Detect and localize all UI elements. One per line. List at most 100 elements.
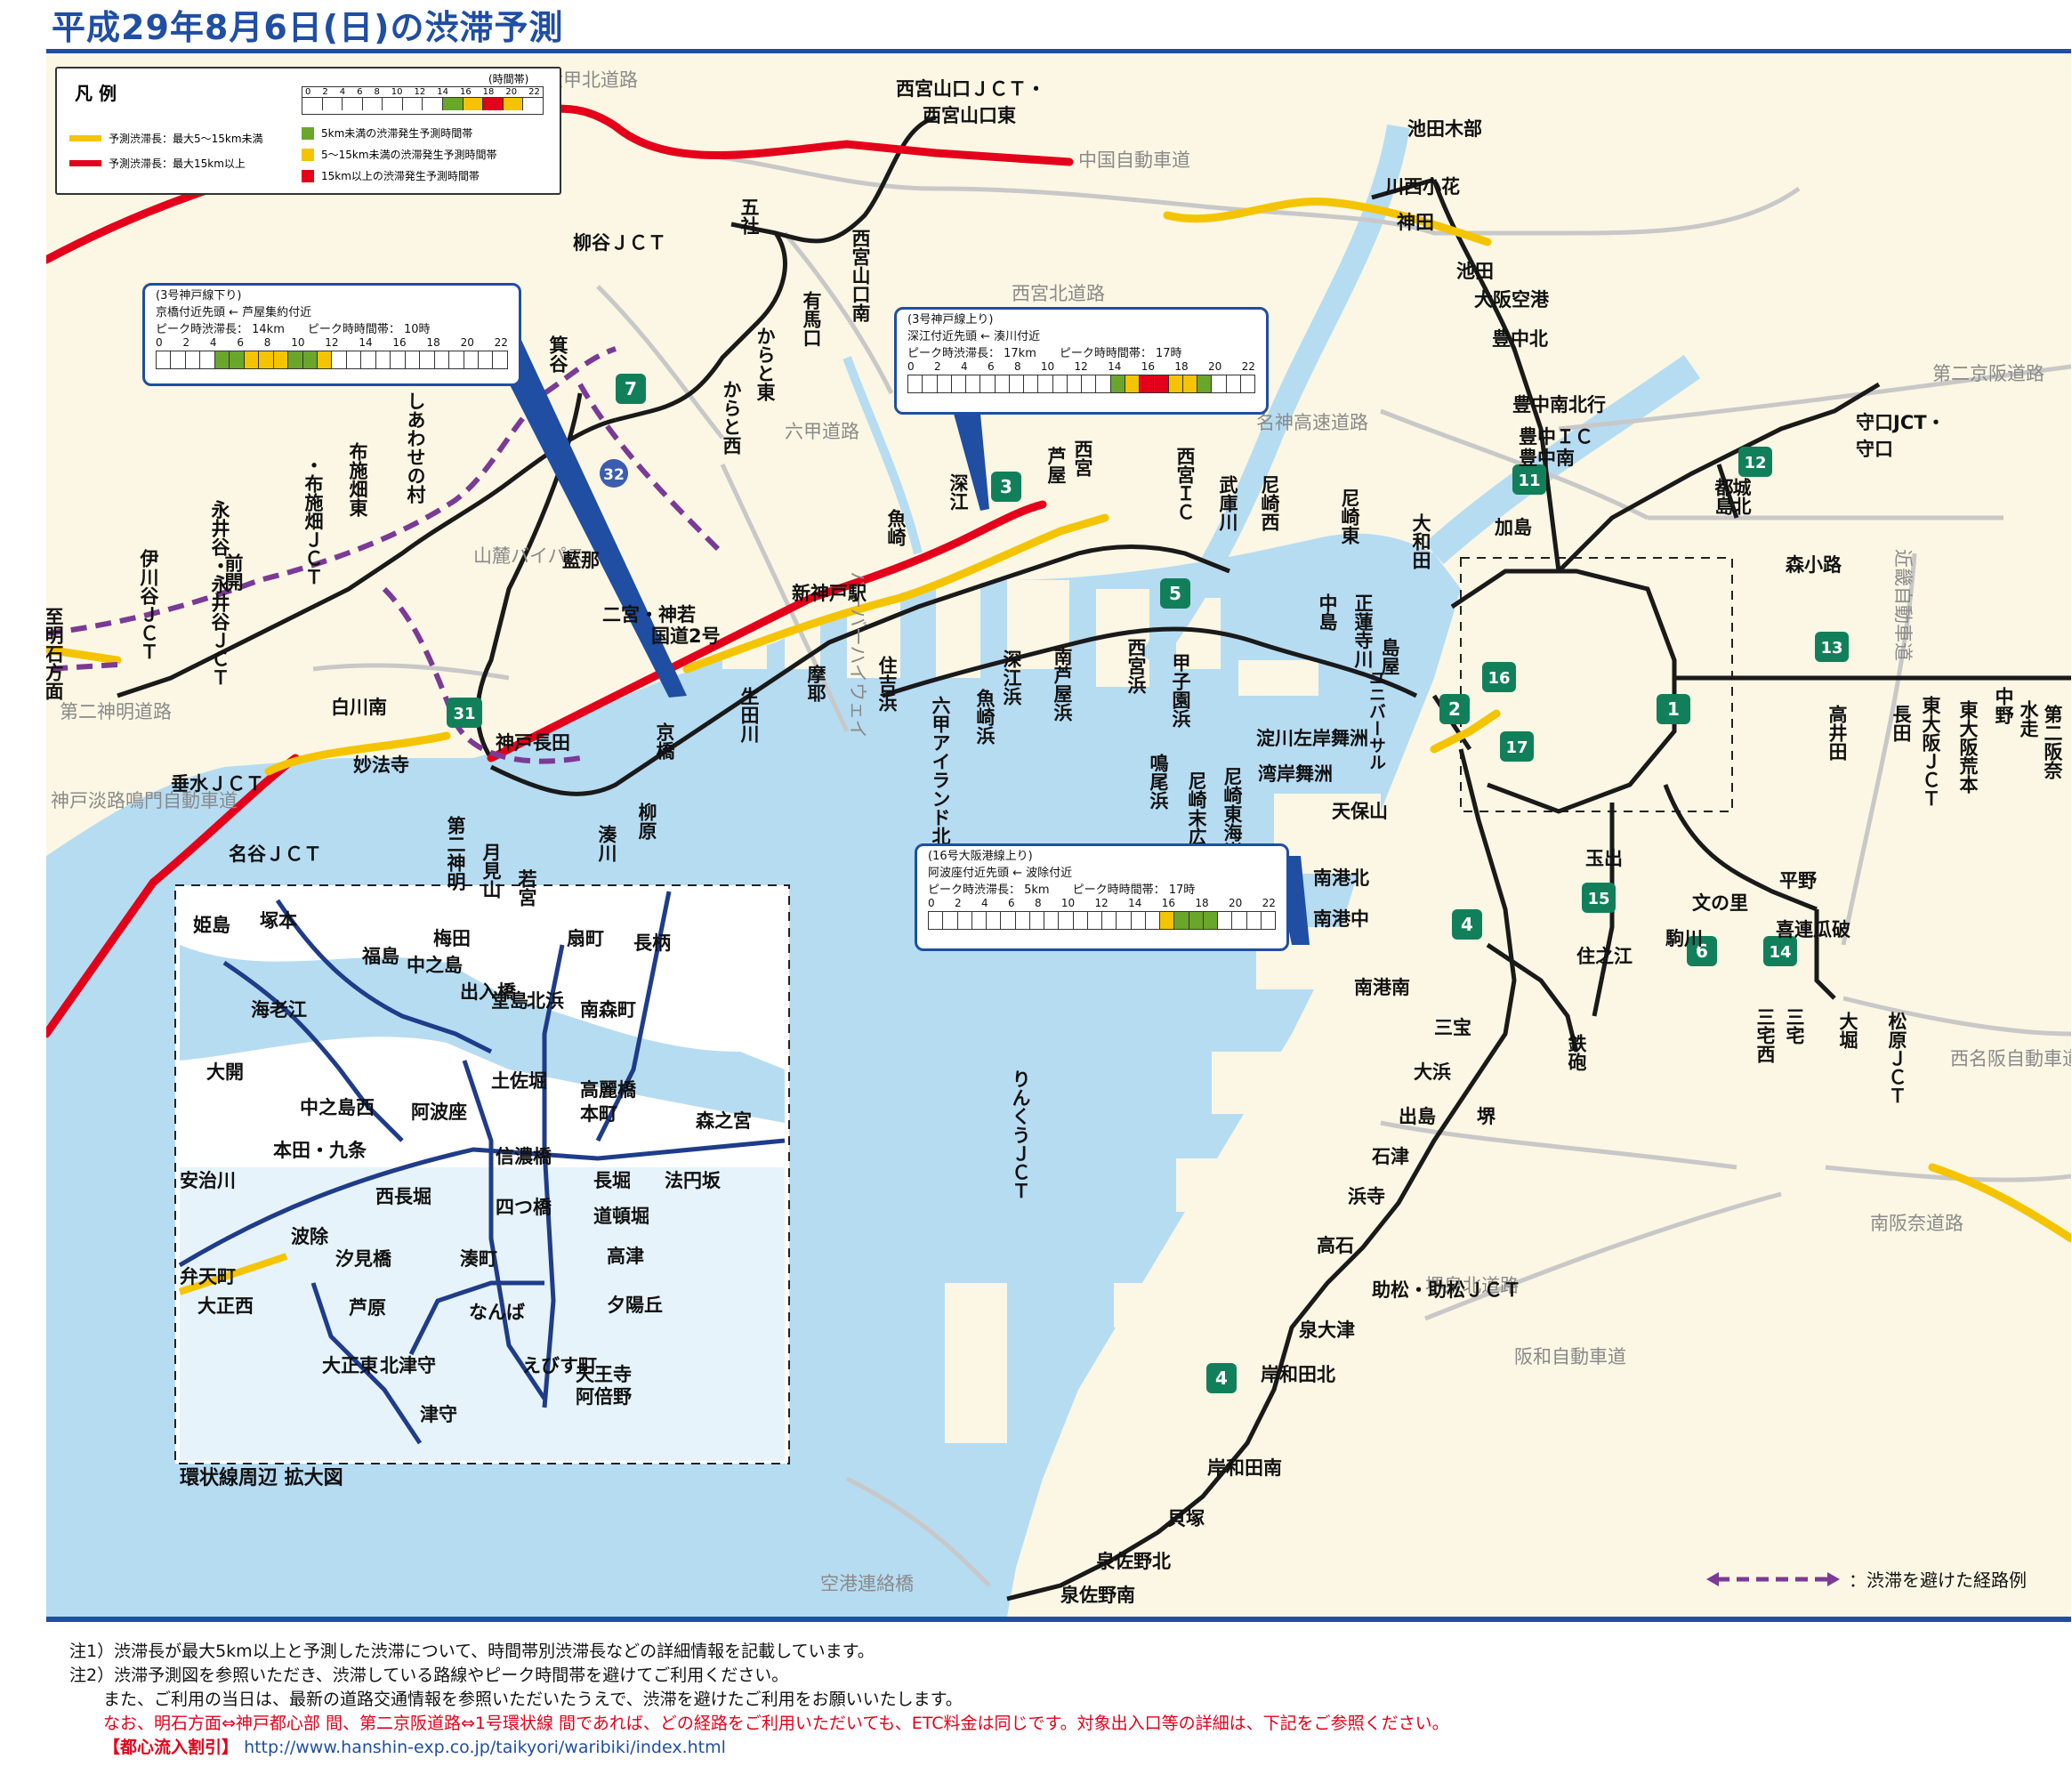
route-shield-5: 5	[1160, 578, 1190, 609]
time-cell	[464, 351, 479, 368]
callout-3-ticks: 0 2 4 6 8 10 12 14 16 18 20 22	[928, 897, 1276, 909]
road-label-daini-shinmei: 第二神明道路	[60, 701, 172, 722]
place-minoya: 箕谷	[547, 335, 568, 374]
road-label-kinki: 近畿自動車道	[1892, 549, 1914, 661]
place-fuminosato: 文の里	[1692, 892, 1748, 914]
route-shield-16: 16	[1482, 662, 1516, 692]
route-shield-4b: 4	[1206, 1363, 1237, 1393]
callout-3-line1: (16号大阪港線上り)	[928, 850, 1033, 863]
time-cell	[966, 375, 981, 392]
place-toyonaka-n: 豊中北	[1492, 328, 1548, 350]
callout-1-ticks: 0 2 4 6 8 10 12 14 16 18 20 22	[156, 336, 508, 349]
place-izumiotsu: 泉大津	[1299, 1319, 1355, 1341]
time-cell	[375, 351, 391, 368]
svg-text:4: 4	[1215, 1368, 1228, 1389]
time-cell	[332, 351, 347, 368]
svg-text:5: 5	[1169, 583, 1181, 604]
route-shield-15: 15	[1582, 883, 1616, 913]
inset-umeda: 梅田	[433, 928, 471, 949]
red-cell-icon	[302, 169, 314, 182]
place-rinku: りんくうＪＣＴ	[1010, 1069, 1031, 1200]
place-hamadera: 浜寺	[1348, 1186, 1385, 1207]
time-cell	[1145, 912, 1160, 929]
legend-row-green: 5km未満の渋滞発生予測時間帯	[302, 125, 472, 141]
inset-nishinagahori: 西長堀	[375, 1186, 431, 1207]
notes: 注1）渋滞長が最大5km以上と予測した渋滞について、時間帯別渋滞長などの詳細情報…	[69, 1640, 1449, 1760]
callout-osaka-port: (16号大阪港線上り) 阿波座付近先頭 ← 波除付近 ピーク時渋滞長： 5km …	[915, 843, 1289, 951]
callout-kobe-up: (3号神戸線上り) 深江付近先頭 ← 湊川付近 ピーク時渋滞長： 17km ピー…	[894, 307, 1269, 415]
route-shield-2: 2	[1439, 694, 1470, 724]
time-cell	[1073, 912, 1088, 929]
inset-kozu: 高津	[607, 1246, 644, 1267]
time-cell	[1015, 912, 1030, 929]
time-cell	[434, 351, 450, 368]
time-cell	[244, 351, 260, 368]
inset-tosabori: 土佐堀	[491, 1070, 547, 1092]
inset-yuhigaoka: 夕陽丘	[607, 1295, 663, 1316]
time-cell	[1029, 912, 1044, 929]
place-minatogawa: 湊川	[596, 825, 618, 863]
time-cell	[1261, 912, 1275, 929]
callout-2-line3: ピーク時渋滞長： 17km ピーク時時間帯： 17時	[907, 347, 1182, 360]
route-shield-7: 7	[616, 374, 646, 404]
time-cell	[1044, 912, 1060, 929]
place-shirokita: 城北	[1730, 477, 1752, 515]
svg-text:13: 13	[1820, 639, 1842, 658]
place-arima: 有馬口	[801, 290, 822, 347]
time-cell	[1218, 912, 1233, 929]
route-shield-31: 31	[447, 698, 482, 728]
place-nishinomiyahama: 西宮浜	[1125, 638, 1147, 695]
place-sukematsu: 助松・助松ＪＣＴ	[1372, 1279, 1521, 1301]
place-sakai: 堺	[1477, 1106, 1496, 1127]
place-dejima: 出島	[1399, 1106, 1436, 1127]
red-arrow-icon	[69, 160, 101, 166]
note-discount-link[interactable]: http://www.hanshin-exp.co.jp/taikyori/wa…	[244, 1738, 726, 1757]
note-discount-label: 【都心流入割引】	[103, 1738, 239, 1757]
legend-cells	[302, 97, 543, 110]
detour-legend: ：渋滞を避けた経路例	[1706, 1566, 2027, 1592]
time-cell	[288, 351, 303, 368]
note-4: なお、明石方面⇔神戸都心部 間、第二京阪道路⇔1号環状線 間であれば、どの経路を…	[103, 1714, 1449, 1733]
time-cell	[1168, 375, 1183, 392]
callout-1-line3: ピーク時渋滞長： 14km ピーク時時間帯： 10時	[156, 323, 431, 336]
green-cell-icon	[302, 126, 314, 140]
inset-ebie: 海老江	[251, 999, 307, 1021]
place-nankominami: 南港南	[1354, 977, 1410, 998]
place-ishizu: 石津	[1371, 1146, 1409, 1167]
svg-text:2: 2	[1448, 698, 1461, 720]
time-cell	[1117, 912, 1132, 929]
place-kobe-nagata: 神戸長田	[496, 732, 570, 754]
time-cell	[1226, 375, 1241, 392]
place-kishiwada-s: 岸和田南	[1207, 1457, 1282, 1479]
route-shield-32: 32	[600, 459, 628, 488]
inset-kitahama: 北浜	[527, 990, 564, 1012]
inset-tsumori: 津守	[420, 1404, 457, 1425]
place-naruo: 鳴尾浜	[1148, 753, 1169, 811]
road-label-nishi-meihan: 西名阪自動車道	[1950, 1048, 2071, 1069]
time-cell	[1174, 912, 1189, 929]
place-sumiyoshi: 住吉浜	[876, 655, 898, 713]
place-tsukamoto: 正蓮寺川	[1352, 593, 1375, 669]
place-ohori: 大堀	[1837, 1012, 1858, 1050]
time-cell	[1182, 375, 1197, 392]
place-yanagihara: 柳原	[636, 803, 657, 840]
time-cell	[361, 351, 376, 368]
time-cell	[972, 912, 987, 929]
place-karato-w: からと西	[721, 380, 742, 455]
place-kawanishi: 川西小花	[1384, 176, 1460, 198]
place-toyonaka-ic: 豊中ＩＣ	[1519, 426, 1593, 448]
route-shield-14: 14	[1763, 936, 1797, 966]
place-nishinomiya-yamaguchi-e: 西宮山口東	[923, 105, 1016, 126]
inset-honden-kujo: 本田・九条	[273, 1140, 367, 1161]
place-tsukimiyama: 月見山	[480, 843, 503, 899]
place-toyonaka-mb: 豊中南北行	[1512, 394, 1606, 415]
place-suminoe: 住之江	[1576, 946, 1633, 967]
time-cell	[995, 375, 1010, 392]
callout-2-ticks: 0 2 4 6 8 10 12 14 16 18 20 22	[907, 360, 1255, 373]
place-daini-hanna: 第二阪奈	[2042, 704, 2064, 779]
place-maya: 摩耶	[805, 664, 826, 703]
time-cell	[1154, 375, 1169, 392]
place-akashi: 至明石方面	[46, 607, 65, 701]
inset-minamimorimachi: 南森町	[580, 999, 636, 1021]
time-cell	[943, 912, 958, 929]
